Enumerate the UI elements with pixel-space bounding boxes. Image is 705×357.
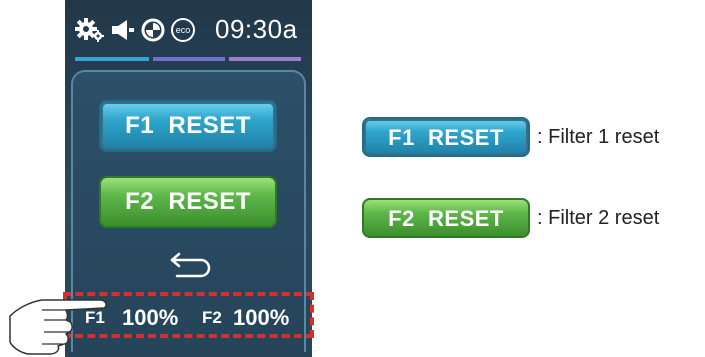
eco-icon: eco	[171, 18, 195, 42]
return-arrow-icon[interactable]	[169, 248, 213, 278]
f1-reset-button[interactable]: F1 RESET	[99, 100, 277, 152]
legend-f1-text: : Filter 1 reset	[537, 126, 660, 148]
status-strip-2	[153, 57, 225, 61]
gear-icon	[75, 18, 104, 42]
swirl-icon	[141, 18, 165, 42]
status-icons: eco	[75, 16, 195, 44]
clock-time: 09:30a	[215, 14, 298, 44]
legend-f1-reset-button: F1 RESET	[362, 117, 530, 157]
f2-reset-button[interactable]: F2 RESET	[99, 176, 277, 228]
pointing-hand-icon	[9, 299, 107, 355]
legend-f2-reset-button: F2 RESET	[362, 198, 530, 238]
status-bar: eco 09:30a	[65, 0, 312, 62]
speaker-icon	[112, 20, 134, 40]
status-strip-3	[229, 57, 301, 61]
legend-f2-text: : Filter 2 reset	[537, 207, 660, 229]
status-strip-1	[75, 57, 149, 61]
